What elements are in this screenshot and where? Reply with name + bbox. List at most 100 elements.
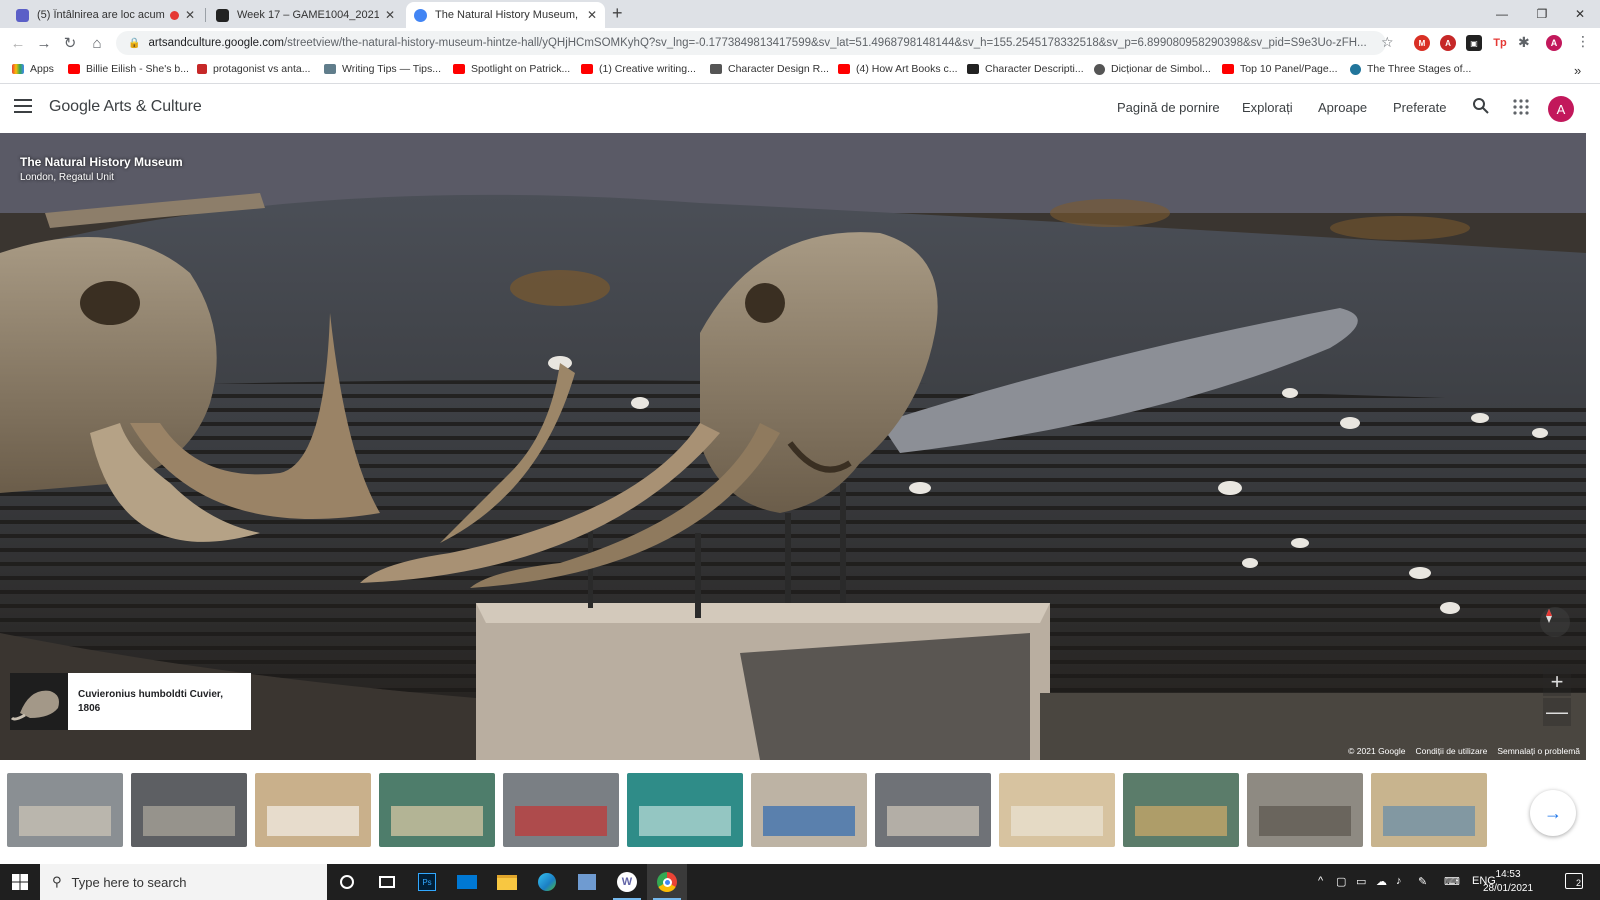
- bookmark-item[interactable]: Top 10 Panel/Page...: [1222, 63, 1338, 75]
- chrome-icon[interactable]: [647, 864, 687, 900]
- bookmark-label: The Three Stages of...: [1367, 63, 1472, 75]
- bookmark-item[interactable]: Billie Eilish - She's b...: [68, 63, 189, 75]
- lock-icon: 🔒: [128, 37, 141, 49]
- panorama-thumbnail[interactable]: [131, 773, 247, 847]
- hamburger-menu-icon[interactable]: [14, 99, 32, 113]
- url-host: artsandculture.google.com: [148, 37, 284, 49]
- museum-title: The Natural History Museum: [20, 155, 183, 169]
- account-avatar[interactable]: A: [1548, 96, 1574, 122]
- edge-icon[interactable]: [527, 864, 567, 900]
- youtube-icon: [453, 64, 465, 74]
- nav-home[interactable]: Pagină de pornire: [1117, 100, 1220, 115]
- url-path: /streetview/the-natural-history-museum-h…: [283, 37, 1367, 49]
- new-tab-button[interactable]: +: [612, 3, 623, 24]
- artwork-info-card[interactable]: Cuvieronius humboldti Cuvier, 1806: [10, 673, 251, 730]
- kebab-menu-icon[interactable]: ⋮: [1576, 33, 1590, 50]
- panorama-thumbnail[interactable]: [999, 773, 1115, 847]
- close-tab-icon[interactable]: ✕: [587, 8, 597, 22]
- bookmark-label: Character Design R...: [728, 63, 829, 75]
- more-bookmarks-button[interactable]: »: [1574, 63, 1581, 78]
- street-view-panorama[interactable]: The Natural History Museum London, Regat…: [0, 133, 1586, 760]
- panorama-thumbnail[interactable]: [503, 773, 619, 847]
- zoom-in-button[interactable]: +: [1543, 668, 1571, 696]
- panorama-thumbnail[interactable]: [255, 773, 371, 847]
- back-icon[interactable]: ←: [8, 33, 28, 53]
- extension-icon[interactable]: A: [1440, 35, 1456, 51]
- next-arrow-button[interactable]: →: [1530, 790, 1576, 836]
- thumbnail-image: [1382, 806, 1476, 836]
- compass-icon[interactable]: [1540, 607, 1570, 637]
- mail-icon[interactable]: [447, 864, 487, 900]
- keyboard-icon[interactable]: ⌨: [1444, 875, 1460, 888]
- bookmark-item[interactable]: (1) Creative writing...: [581, 63, 696, 75]
- bookmark-apps[interactable]: Apps: [12, 63, 54, 75]
- site-logo[interactable]: Google Arts & Culture: [49, 98, 202, 116]
- reload-icon[interactable]: ↻: [60, 33, 80, 53]
- extension-icon[interactable]: ▣: [1466, 35, 1482, 51]
- panorama-thumbnail[interactable]: [379, 773, 495, 847]
- search-icon[interactable]: [1472, 97, 1490, 120]
- bookmark-star-icon[interactable]: ☆: [1381, 34, 1394, 51]
- bookmark-label: Character Descripti...: [985, 63, 1084, 75]
- notifications-icon[interactable]: 2: [1565, 873, 1583, 889]
- panorama-thumbnail[interactable]: [1123, 773, 1239, 847]
- bookmark-item[interactable]: protagonist vs anta...: [197, 63, 310, 75]
- battery-icon[interactable]: ▭: [1356, 875, 1366, 888]
- nav-nearby[interactable]: Aproape: [1318, 100, 1367, 115]
- file-explorer-icon[interactable]: [487, 864, 527, 900]
- panorama-thumbnail[interactable]: [1247, 773, 1363, 847]
- cortana-icon[interactable]: [327, 864, 367, 900]
- arrow-right-icon: →: [1544, 802, 1562, 823]
- bookmark-item[interactable]: Character Design R...: [710, 63, 829, 75]
- windows-start-button[interactable]: [0, 864, 40, 900]
- bookmark-item[interactable]: Character Descripti...: [967, 63, 1084, 75]
- thumbnail-image: [1134, 806, 1228, 836]
- system-clock[interactable]: 14:53 28/01/2021: [1483, 868, 1533, 896]
- minimize-button[interactable]: —: [1480, 0, 1524, 28]
- volume-icon[interactable]: ♪: [1396, 875, 1402, 887]
- terms-link[interactable]: Condiții de utilizare: [1415, 746, 1487, 756]
- nav-favorites[interactable]: Preferate: [1393, 100, 1446, 115]
- bookmark-item[interactable]: Dicționar de Simbol...: [1094, 63, 1211, 75]
- tab-label: (5) Întâlnirea are loc acum (în: [37, 9, 166, 21]
- close-tab-icon[interactable]: ✕: [385, 8, 395, 22]
- report-problem-link[interactable]: Semnalați o problemă: [1497, 746, 1580, 756]
- tray-chevron-icon[interactable]: ^: [1318, 875, 1323, 887]
- thumbnail-image: [762, 806, 856, 836]
- cloud-icon[interactable]: ☁: [1376, 875, 1387, 888]
- extension-icon[interactable]: Tp: [1492, 35, 1508, 51]
- address-bar[interactable]: 🔒 artsandculture.google.com/streetview/t…: [116, 31, 1386, 55]
- profile-avatar[interactable]: A: [1546, 35, 1562, 51]
- forward-icon[interactable]: →: [34, 33, 54, 53]
- app-icon[interactable]: [567, 864, 607, 900]
- tab-blackboard[interactable]: Week 17 – GAME1004_2021_520 ✕: [208, 2, 403, 28]
- bookmark-item[interactable]: The Three Stages of...: [1350, 63, 1471, 75]
- task-view-icon[interactable]: [367, 864, 407, 900]
- whatsapp-icon[interactable]: W: [607, 864, 647, 900]
- bookmark-item[interactable]: Writing Tips — Tips...: [324, 63, 441, 75]
- copyright-text: © 2021 Google: [1348, 746, 1406, 756]
- panorama-thumbnail[interactable]: [7, 773, 123, 847]
- tray-app-icon[interactable]: ▢: [1336, 875, 1346, 888]
- puzzle-icon[interactable]: ✱: [1518, 34, 1530, 51]
- home-icon[interactable]: ⌂: [87, 33, 107, 53]
- pen-icon[interactable]: ✎: [1418, 875, 1427, 888]
- zoom-out-button[interactable]: —: [1543, 698, 1571, 726]
- panorama-thumbnail[interactable]: [751, 773, 867, 847]
- panorama-thumbnail[interactable]: [875, 773, 991, 847]
- tab-teams[interactable]: (5) Întâlnirea are loc acum (în ✕: [8, 2, 203, 28]
- panorama-thumbnail[interactable]: [1371, 773, 1487, 847]
- close-tab-icon[interactable]: ✕: [185, 8, 195, 22]
- nav-explore[interactable]: Explorați: [1242, 100, 1293, 115]
- extension-icon[interactable]: M: [1414, 35, 1430, 51]
- close-window-button[interactable]: ✕: [1558, 0, 1600, 28]
- bookmark-item[interactable]: Spotlight on Patrick...: [453, 63, 570, 75]
- arts-culture-icon: [414, 8, 427, 22]
- apps-grid-icon[interactable]: [1513, 99, 1529, 120]
- photoshop-icon[interactable]: Ps: [407, 864, 447, 900]
- taskbar-search[interactable]: ⚲ Type here to search: [40, 864, 327, 900]
- bookmark-item[interactable]: (4) How Art Books c...: [838, 63, 958, 75]
- tab-separator: [205, 8, 206, 22]
- tab-arts-culture[interactable]: The Natural History Museum, Hin ✕: [406, 2, 605, 28]
- panorama-thumbnail[interactable]: [627, 773, 743, 847]
